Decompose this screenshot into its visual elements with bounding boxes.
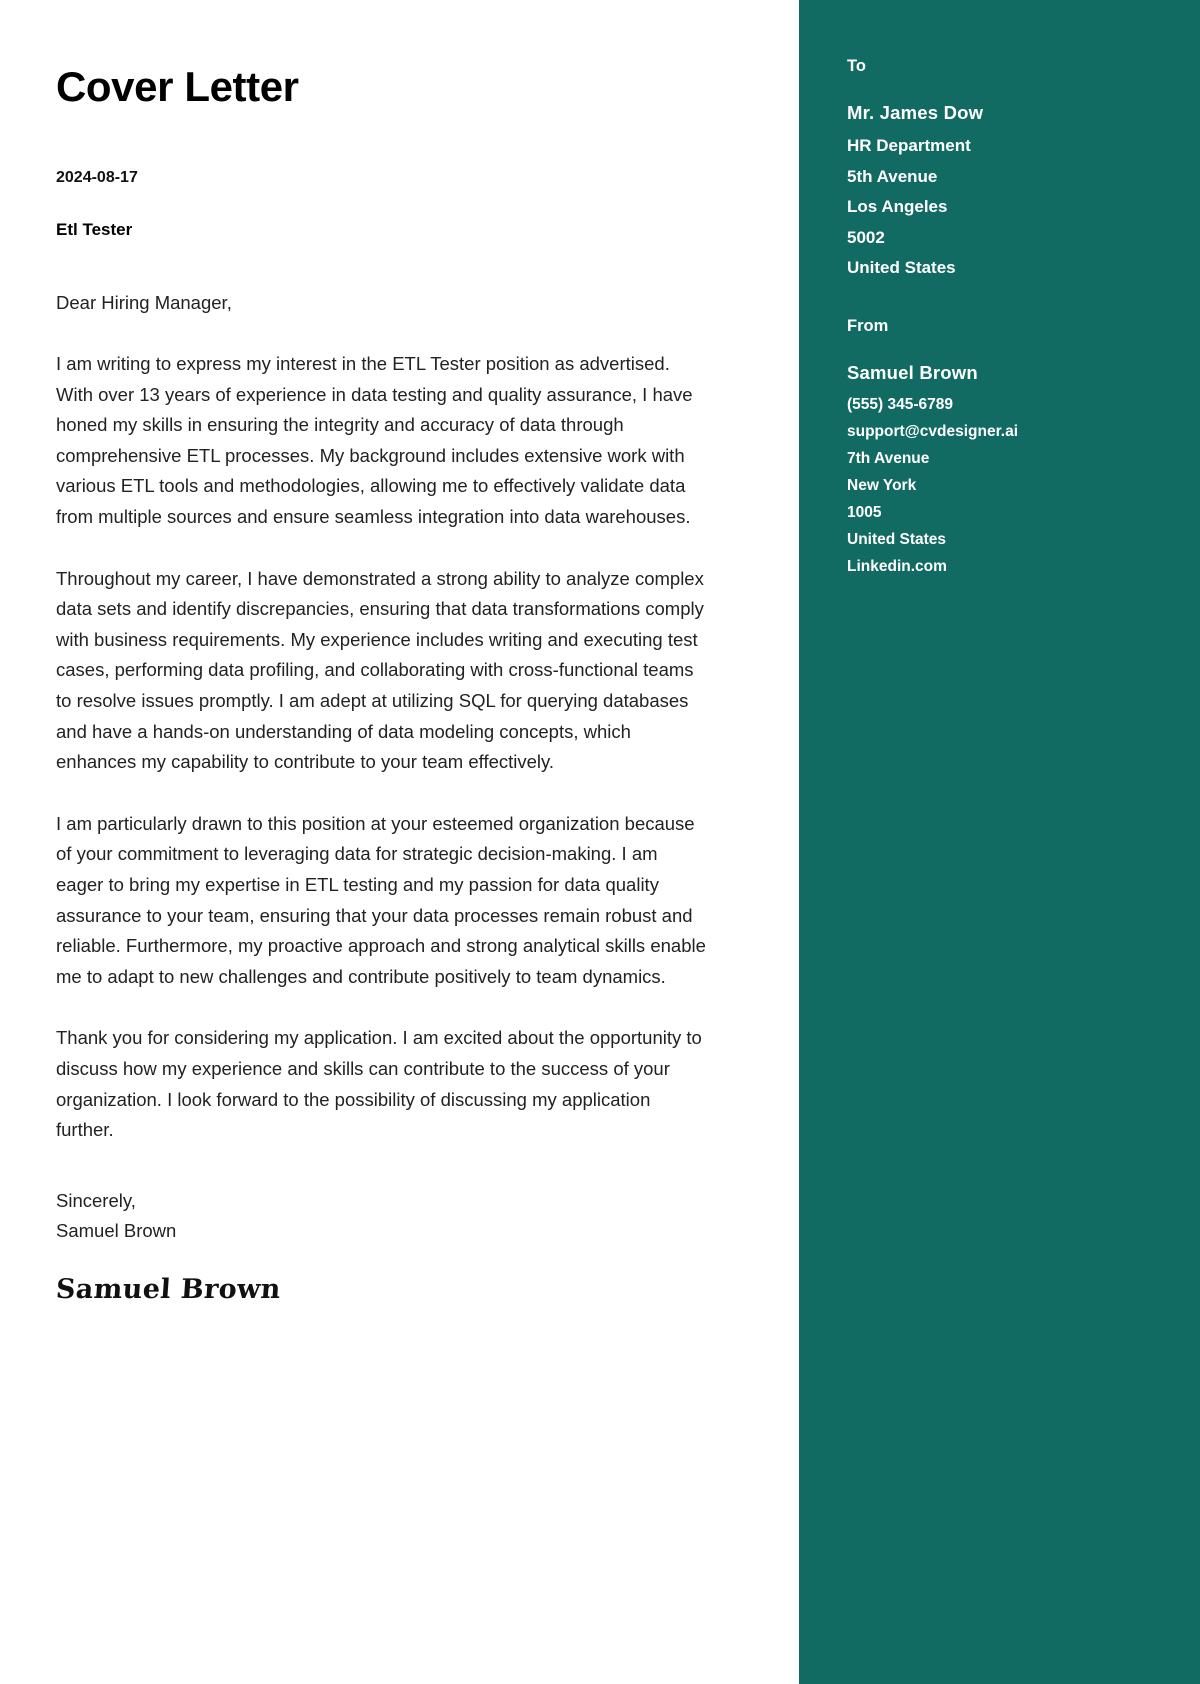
cover-letter-page: Cover Letter 2024-08-17 Etl Tester Dear … bbox=[0, 0, 1200, 1684]
letter-paragraph: I am writing to express my interest in t… bbox=[56, 353, 693, 528]
contact-sidebar: To Mr. James Dow HR Department 5th Avenu… bbox=[799, 0, 1200, 1684]
letter-salutation: Dear Hiring Manager, bbox=[56, 292, 232, 314]
recipient-line: HR Department bbox=[847, 136, 971, 156]
sender-city: New York bbox=[847, 476, 917, 494]
recipient-line: 5002 bbox=[847, 227, 885, 247]
sender-street: 7th Avenue bbox=[847, 449, 930, 467]
recipient-line: United States bbox=[847, 258, 956, 278]
letter-paragraph: Thank you for considering my application… bbox=[56, 1027, 702, 1141]
recipient-name: Mr. James Dow bbox=[847, 102, 984, 124]
sender-block: From Samuel Brown (555) 345-6789 support… bbox=[847, 316, 1200, 580]
sender-heading: From bbox=[847, 316, 889, 335]
letter-main-column: Cover Letter 2024-08-17 Etl Tester Dear … bbox=[0, 0, 799, 1684]
sender-phone: (555) 345-6789 bbox=[847, 395, 953, 413]
recipient-heading: To bbox=[847, 57, 866, 75]
sender-postcode: 1005 bbox=[847, 503, 882, 521]
sender-linkedin: Linkedin.com bbox=[847, 557, 947, 575]
recipient-block: To Mr. James Dow HR Department 5th Avenu… bbox=[847, 56, 1200, 284]
recipient-line: Los Angeles bbox=[847, 197, 948, 217]
sender-name: Samuel Brown bbox=[847, 362, 978, 384]
letter-paragraph: I am particularly drawn to this position… bbox=[56, 812, 706, 987]
recipient-line: 5th Avenue bbox=[847, 166, 938, 186]
signature-mark: Samuel Brown bbox=[54, 1273, 282, 1305]
page-title: Cover Letter bbox=[56, 63, 299, 110]
job-position-title: Etl Tester bbox=[56, 219, 133, 239]
sender-email: support@cvdesigner.ai bbox=[847, 422, 1019, 440]
closing-salutation: Sincerely, bbox=[56, 1189, 136, 1211]
letter-date: 2024-08-17 bbox=[56, 169, 138, 187]
sender-country: United States bbox=[847, 530, 947, 548]
closing-name: Samuel Brown bbox=[56, 1219, 177, 1241]
letter-paragraph: Throughout my career, I have demonstrate… bbox=[56, 567, 704, 773]
letter-meta-block: 2024-08-17 Etl Tester bbox=[56, 168, 743, 241]
letter-body: Dear Hiring Manager, I am writing to exp… bbox=[54, 287, 708, 1305]
letter-closing: Sincerely, Samuel Brown bbox=[56, 1186, 708, 1246]
